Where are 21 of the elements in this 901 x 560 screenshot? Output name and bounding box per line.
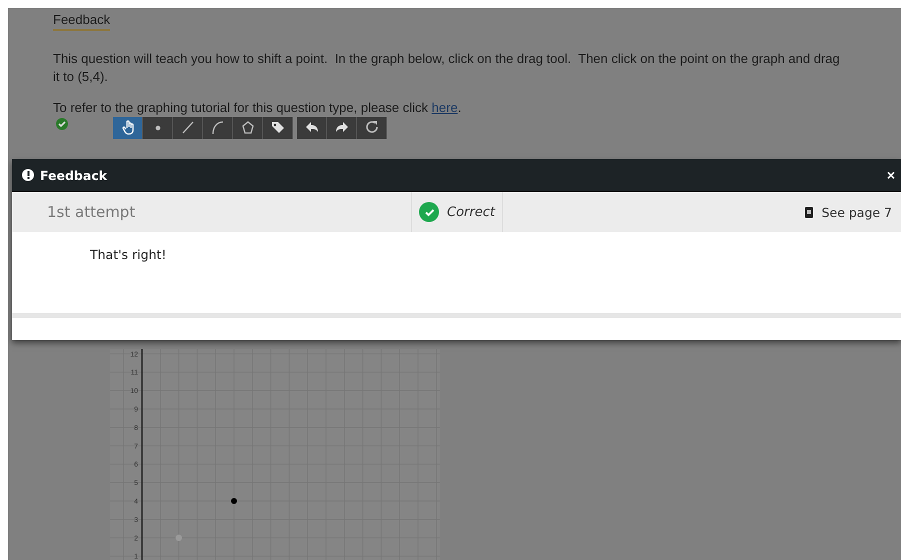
page-heading: Feedback	[53, 12, 110, 31]
result-text: Correct	[447, 204, 495, 220]
hand-icon	[120, 120, 134, 135]
line-icon	[180, 120, 194, 135]
tag-icon	[270, 120, 284, 135]
question-text: This question will teach you how to shift a point. In the graph below, click on the drag tool. Then click on the point on the graph and drag it to (5,4).	[53, 50, 841, 86]
feedback-message: That's right!	[89, 246, 168, 264]
graph-point[interactable]	[231, 498, 237, 504]
alert-icon	[22, 169, 34, 181]
ghost-point	[176, 534, 182, 541]
book-icon	[804, 206, 813, 218]
drag-tool-button[interactable]	[113, 117, 143, 139]
dialog-title: Feedback	[40, 168, 108, 182]
tutorial-sentence: To refer to the graphing tutorial for this question type, please click here.	[53, 99, 462, 117]
attempt-label: 1st attempt	[46, 203, 136, 221]
redo-icon	[334, 120, 348, 135]
close-button[interactable]: ×	[886, 167, 901, 183]
pentagon-icon	[240, 120, 254, 135]
reset-icon	[364, 120, 378, 135]
page-reference: See page 7	[822, 204, 893, 220]
curve-icon	[210, 120, 224, 135]
